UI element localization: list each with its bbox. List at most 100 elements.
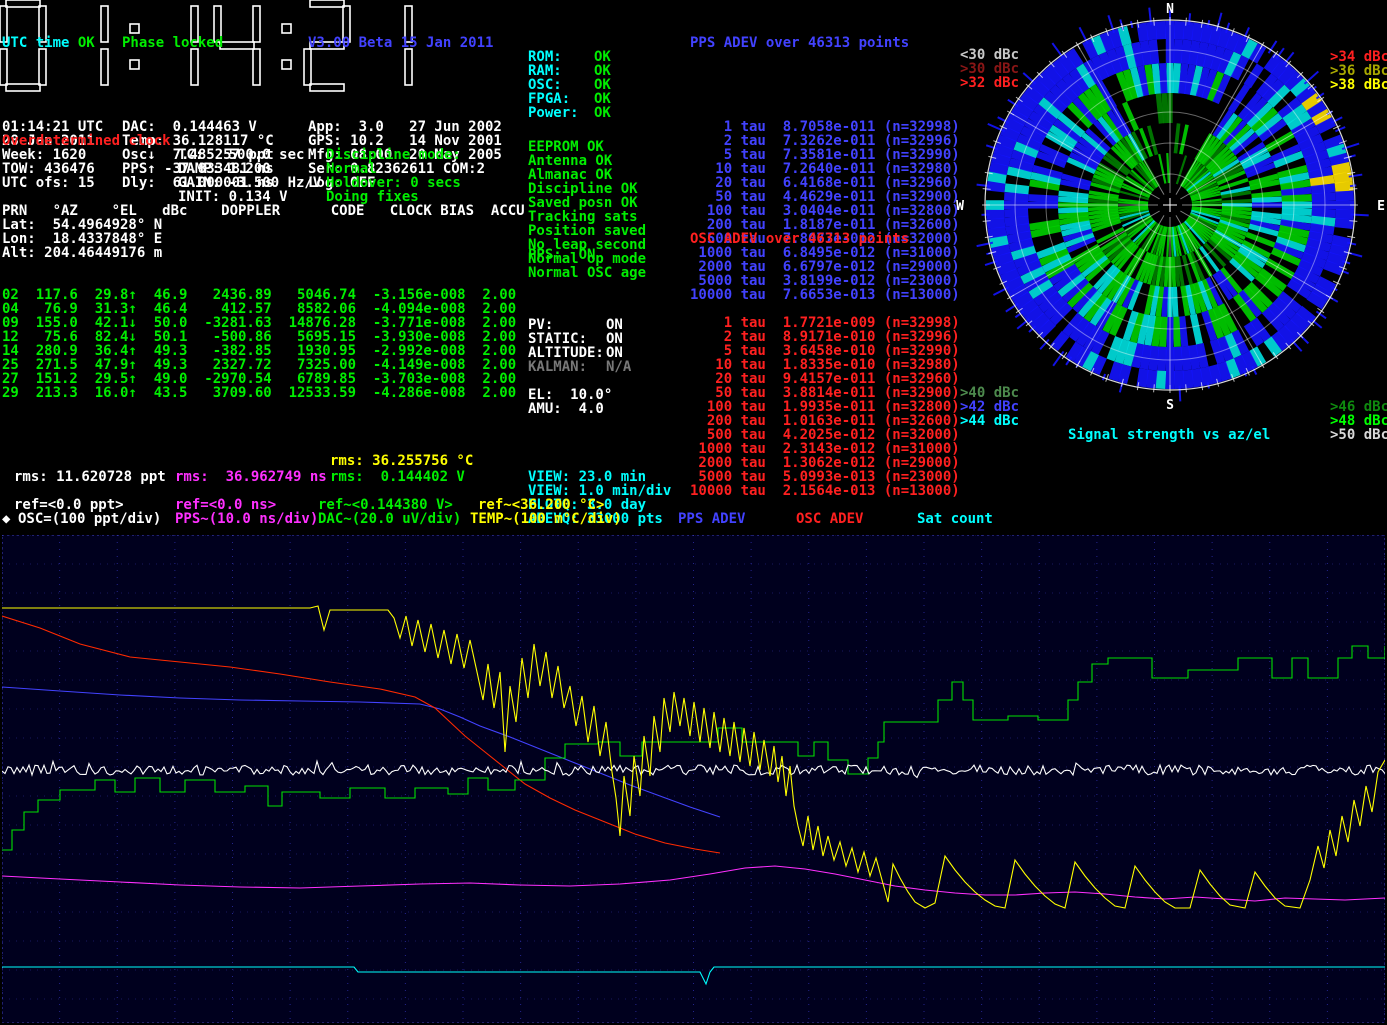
dbc-legend-text: >44 dBc bbox=[960, 413, 1019, 429]
discipline-line: Discipline mode: bbox=[326, 148, 461, 162]
svg-text:S: S bbox=[1166, 398, 1174, 413]
dbc-legend-item: >44 dBc bbox=[960, 414, 1019, 428]
strip-chart[interactable] bbox=[2, 535, 1385, 1023]
osc-adev-row: 10 tau 1.8335e-010 (n=32980) bbox=[690, 358, 960, 372]
loop-param-line: TC: 500.0 sec bbox=[178, 148, 321, 162]
health-status-item: Saved posn OK bbox=[528, 196, 646, 210]
dbc-legend-item: >32 dBc bbox=[960, 76, 1019, 90]
dbc-legend-item: >30 dBc bbox=[960, 62, 1019, 76]
legend-osc: OSC=(100 ppt/div) bbox=[18, 512, 161, 526]
legend-pps-adev: PPS ADEV bbox=[678, 512, 745, 526]
satellite-row: 02 117.6 29.8↑ 46.9 2436.89 5046.74 -3.1… bbox=[2, 288, 525, 302]
legend-sat-count: Sat count bbox=[917, 512, 993, 526]
osc-adev-row: 5 tau 3.6458e-010 (n=32990) bbox=[690, 344, 960, 358]
satellite-row: 27 151.2 29.5↑ 49.0 -2970.54 6789.85 -3.… bbox=[2, 372, 525, 386]
svg-text:N: N bbox=[1166, 2, 1174, 17]
pps-adev-row: 1 tau 8.7058e-011 (n=32998) bbox=[690, 120, 960, 134]
mask-line: AMU: 4.0 bbox=[528, 402, 612, 416]
dbc-legend-item: >40 dBc bbox=[960, 386, 1019, 400]
satellite-table: PRN °AZ °EL dBc DOPPLER CODE CLOCK BIAS … bbox=[2, 176, 525, 428]
osc-adev-row: 50 tau 3.8814e-011 (n=32900) bbox=[690, 386, 960, 400]
legend-temp: TEMP~(100 m°C/div) bbox=[470, 512, 622, 526]
rms-dac: rms: 0.144402 V bbox=[330, 470, 465, 484]
health-status-item: Almanac OK bbox=[528, 168, 646, 182]
dbc-legend-text: >50 dBc bbox=[1330, 427, 1387, 443]
device-status-row: RAM:OK bbox=[528, 64, 611, 78]
gpsdo-monitor-screen: UTC time OK 01:14:21 UTC28 Jan 2011Week:… bbox=[0, 0, 1387, 1025]
osc-adev-row: 1 tau 1.7721e-009 (n=32998) bbox=[690, 316, 960, 330]
phase-locked-status: Phase locked bbox=[122, 36, 274, 50]
dbc-legend-item: <30 dBc bbox=[960, 48, 1019, 62]
satellite-rows: 02 117.6 29.8↑ 46.9 2436.89 5046.74 -3.1… bbox=[2, 246, 525, 400]
legend-pps: PPS~(10.0 ns/div) bbox=[175, 512, 318, 526]
ref-dac: ref~<0.144380 V> bbox=[318, 498, 453, 512]
osc-adev-row: 10000 tau 2.1564e-013 (n=13000) bbox=[690, 484, 960, 498]
health-status-item: Discipline OK bbox=[528, 182, 646, 196]
device-status-row: OSC:OK bbox=[528, 78, 611, 92]
pps-adev-title: PPS ADEV over 46313 points bbox=[690, 36, 960, 50]
health-status-item: Position saved bbox=[528, 224, 646, 238]
health-status-item: EEPROM OK bbox=[528, 140, 646, 154]
fix-flag-label: STATIC: bbox=[528, 332, 606, 346]
osc-adev-row: 200 tau 1.0163e-011 (n=32600) bbox=[690, 414, 960, 428]
svg-text:W: W bbox=[956, 199, 964, 214]
osc-adev-title: OSC ADEV over 46313 points bbox=[690, 232, 960, 246]
device-status-label: ROM: bbox=[528, 50, 594, 64]
device-status-label: RAM: bbox=[528, 64, 594, 78]
health-status-item: Tracking sats bbox=[528, 210, 646, 224]
rms-temp: rms: 36.255756 °C bbox=[330, 454, 473, 468]
dbc-legend-item: >48 dBc bbox=[1330, 414, 1387, 428]
device-status-row: ROM:OK bbox=[528, 50, 611, 64]
pps-adev-row: 10 tau 7.2640e-011 (n=32980) bbox=[690, 162, 960, 176]
ref-osc: ref=<0.0 ppt> bbox=[14, 498, 124, 512]
satellite-row: 12 75.6 82.4↓ 50.1 -500.86 5695.15 -3.93… bbox=[2, 330, 525, 344]
osc-adev-row: 500 tau 4.2025e-012 (n=32000) bbox=[690, 428, 960, 442]
dbc-legend-bottom-right: >46 dBc>48 dBc>50 dBc bbox=[1330, 358, 1387, 442]
dbc-legend-item: >42 dBc bbox=[960, 400, 1019, 414]
satellite-row: 14 280.9 36.4↑ 49.3 -382.85 1930.95 -2.9… bbox=[2, 344, 525, 358]
pps-adev-row: 20 tau 6.4168e-011 (n=32960) bbox=[690, 176, 960, 190]
dbc-legend-item: >34 dBc bbox=[1330, 50, 1387, 64]
pps-adev-row: 50 tau 4.4629e-011 (n=32900) bbox=[690, 190, 960, 204]
discipline-line: Normal bbox=[326, 162, 461, 176]
rms-osc: rms: 11.620728 ppt bbox=[14, 470, 166, 484]
svg-text:E: E bbox=[1377, 199, 1385, 214]
osc-adev-row: 2000 tau 1.3062e-012 (n=29000) bbox=[690, 456, 960, 470]
dbc-legend-text: >32 dBc bbox=[960, 75, 1019, 91]
view-settings-line: VIEW: 1.0 min/div bbox=[528, 484, 671, 498]
legend-osc-adev: OSC ADEV bbox=[796, 512, 863, 526]
loop-param-line: DAMP: 1.200 bbox=[178, 162, 321, 176]
satellite-row: 04 76.9 31.3↑ 46.4 412.57 8582.06 -4.094… bbox=[2, 302, 525, 316]
ref-temp: ref~<36.200 °C> bbox=[478, 498, 604, 512]
dbc-legend-item: >36 dBc bbox=[1330, 64, 1387, 78]
dbc-legend-item: >38 dBc bbox=[1330, 78, 1387, 92]
osc-adev-row: 1000 tau 2.3143e-012 (n=31000) bbox=[690, 442, 960, 456]
osc-adev-block: OSC ADEV over 46313 points 1 tau 1.7721e… bbox=[690, 204, 960, 526]
receiver-mode: Overdetermined clock bbox=[2, 134, 171, 148]
osc-adev-row: 20 tau 9.4157e-011 (n=32960) bbox=[690, 372, 960, 386]
view-settings-line: VIEW: 23.0 min bbox=[528, 470, 671, 484]
mask-line: EL: 10.0° bbox=[528, 388, 612, 402]
utc-status-line: UTC time OK bbox=[2, 36, 103, 50]
satellite-row: 29 213.3 16.0↑ 43.5 3709.60 12533.59 -4.… bbox=[2, 386, 525, 400]
pps-state: PPS: ON bbox=[528, 248, 595, 262]
device-status-label: OSC: bbox=[528, 78, 594, 92]
legend-dac: DAC~(20.0 uV/div) bbox=[318, 512, 461, 526]
osc-adev-row: 5000 tau 5.0993e-013 (n=23000) bbox=[690, 470, 960, 484]
fix-flag-row: PV:ON bbox=[528, 318, 631, 332]
dbc-legend-top-right: >34 dBc>36 dBc>38 dBc bbox=[1330, 8, 1387, 92]
fix-flag-label: PV: bbox=[528, 318, 606, 332]
osc-adev-rows: 1 tau 1.7721e-009 (n=32998) 2 tau 8.9171… bbox=[690, 274, 960, 498]
version-title: V3.00 Beta 15 Jan 2011 bbox=[308, 36, 502, 50]
ref-pps: ref=<0.0 ns> bbox=[175, 498, 276, 512]
dbc-legend-item: >50 dBc bbox=[1330, 428, 1387, 442]
satellite-table-header: PRN °AZ °EL dBc DOPPLER CODE CLOCK BIAS … bbox=[2, 204, 525, 218]
fix-flag-row: STATIC:ON bbox=[528, 332, 631, 346]
utc-time-status: OK bbox=[78, 35, 95, 51]
polar-caption: Signal strength vs az/el bbox=[1068, 428, 1270, 442]
pps-adev-row: 5 tau 7.3581e-011 (n=32990) bbox=[690, 148, 960, 162]
pps-adev-row: 2 tau 7.3262e-011 (n=32996) bbox=[690, 134, 960, 148]
utc-time-label: UTC time bbox=[2, 35, 78, 51]
satellite-row: 25 271.5 47.9↑ 49.3 2327.72 7325.00 -4.1… bbox=[2, 358, 525, 372]
satellite-row: 09 155.0 42.1↓ 50.0 -3281.63 14876.28 -3… bbox=[2, 316, 525, 330]
